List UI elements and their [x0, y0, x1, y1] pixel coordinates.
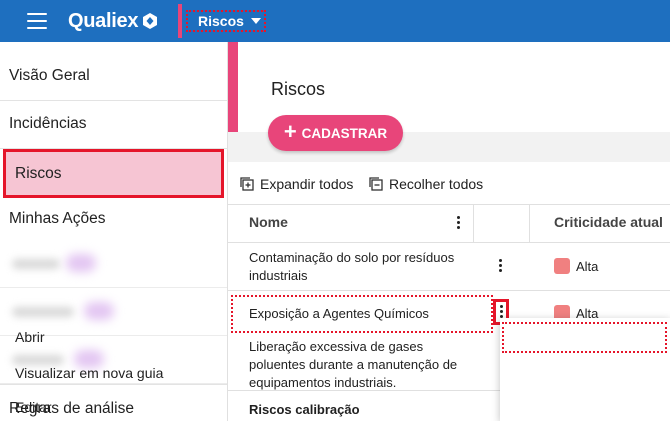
menu-item-label: Abrir: [15, 329, 45, 345]
risk-name[interactable]: Contaminação do solo por resíduos indust…: [249, 249, 469, 285]
expand-icon: [240, 177, 254, 191]
column-header-name[interactable]: Nome: [249, 214, 288, 230]
column-divider: [529, 204, 530, 242]
criticality-label: Alta: [576, 258, 599, 274]
collapse-icon: [369, 177, 383, 191]
divider: [228, 242, 670, 243]
page-title: Riscos: [271, 79, 326, 99]
collapse-all-button[interactable]: Recolher todos: [369, 175, 483, 193]
menu-icon[interactable]: [27, 13, 47, 30]
sidebar-item-redacted[interactable]: [0, 240, 227, 288]
add-risk-button[interactable]: + CADASTRAR: [268, 115, 403, 151]
brand-logo[interactable]: Qualiex: [68, 9, 159, 33]
highlight-annotation: [502, 322, 667, 353]
module-selector-label: Riscos: [198, 13, 244, 29]
column-header-criticality[interactable]: Criticidade atual: [554, 214, 663, 230]
menu-item-label: Editar: [15, 399, 52, 415]
menu-item-label: Visualizar em nova guia: [15, 365, 164, 381]
sidebar-item-incidencias[interactable]: Incidências: [0, 100, 227, 149]
expand-all-button[interactable]: Expandir todos: [240, 175, 353, 193]
menu-item-visualizar-nova-guia[interactable]: Visualizar em nova guia: [0, 358, 170, 388]
sidebar-item-minhas-acoes[interactable]: Minhas Ações: [0, 194, 227, 243]
qualiex-logo-icon: [143, 13, 158, 29]
group-label[interactable]: Riscos calibração: [249, 401, 360, 419]
sidebar-item-label: Minhas Ações: [9, 209, 106, 227]
criticality-swatch: [554, 258, 570, 274]
add-button-label: CADASTRAR: [301, 125, 388, 141]
criticality-badge: Alta: [554, 258, 598, 274]
column-divider: [473, 204, 474, 242]
caret-down-icon: [250, 18, 261, 24]
sidebar-item-label: Visão Geral: [9, 67, 90, 84]
more-vert-icon[interactable]: [457, 216, 461, 230]
sidebar-item-label: Riscos: [15, 164, 62, 182]
brand-name: Qualiex: [68, 9, 139, 32]
sidebar-item-visao-geral[interactable]: Visão Geral: [0, 52, 227, 101]
divider: [228, 204, 670, 205]
menu-item-abrir[interactable]: Abrir: [0, 322, 170, 352]
divider: [228, 290, 670, 291]
risk-name[interactable]: Exposição a Agentes Químicos: [249, 305, 469, 323]
more-vert-icon[interactable]: [499, 259, 503, 273]
plus-icon: +: [283, 119, 297, 144]
collapse-all-label: Recolher todos: [389, 176, 484, 192]
sidebar-item-riscos[interactable]: Riscos: [3, 149, 224, 198]
module-accent: [178, 4, 182, 38]
title-accent: [228, 42, 238, 132]
sidebar-item-label: Incidências: [9, 115, 87, 132]
risk-name[interactable]: Liberação excessiva de gases poluentes d…: [249, 338, 479, 392]
expand-all-label: Expandir todos: [260, 176, 354, 192]
more-vert-icon[interactable]: [500, 305, 504, 319]
module-selector[interactable]: Riscos: [186, 10, 266, 32]
menu-item-editar[interactable]: Editar: [0, 392, 170, 421]
